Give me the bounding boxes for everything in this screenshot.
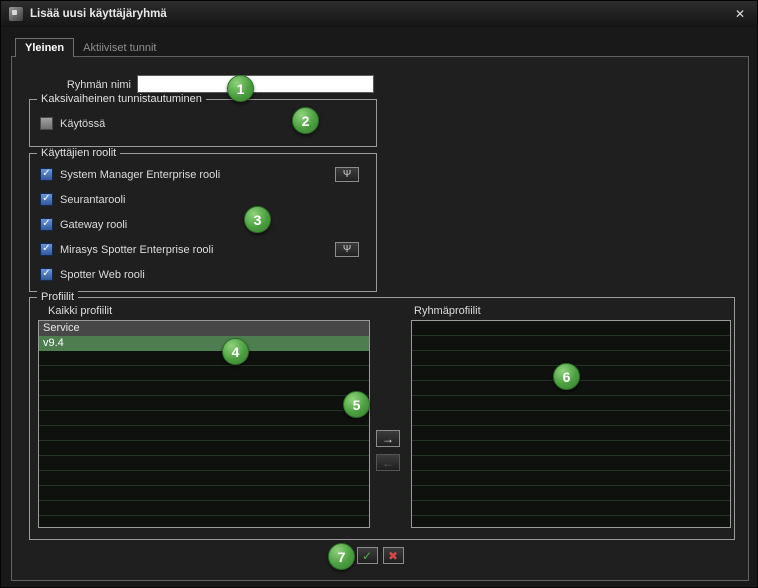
check-icon: ✓ [42, 244, 50, 254]
annotation-badge-4: 4 [222, 338, 249, 365]
check-icon: ✓ [42, 169, 50, 179]
all-profiles-list[interactable]: Service v9.4 [38, 320, 370, 528]
role-row-system-manager: ✓ System Manager Enterprise rooli Ψ [40, 162, 359, 187]
move-left-button[interactable]: ← [376, 454, 400, 471]
dialog-window: Lisää uusi käyttäjäryhmä ✕ Yleinen Aktii… [0, 0, 758, 588]
group-profiles-list[interactable] [411, 320, 731, 528]
two-factor-checkbox[interactable] [40, 117, 53, 130]
roles-groupbox: Käyttäjien roolit ✓ System Manager Enter… [29, 153, 377, 292]
all-profiles-label: Kaikki profiilit [48, 305, 112, 317]
role-key-button-spotter-enterprise[interactable]: Ψ [335, 242, 359, 257]
list-item-service[interactable]: Service [39, 321, 369, 336]
role-label: Gateway rooli [60, 219, 127, 231]
annotation-badge-7: 7 [328, 543, 355, 570]
role-checkbox-seuranta[interactable]: ✓ [40, 193, 53, 206]
check-icon: ✓ [42, 194, 50, 204]
role-key-button-system-manager[interactable]: Ψ [335, 167, 359, 182]
annotation-badge-3: 3 [244, 206, 271, 233]
check-icon: ✓ [42, 219, 50, 229]
annotation-badge-2: 2 [292, 107, 319, 134]
ok-button[interactable]: ✓ [357, 547, 378, 564]
two-factor-groupbox: Kaksivaiheinen tunnistautuminen Käytössä [29, 99, 377, 147]
tab-content-panel: Ryhmän nimi Kaksivaiheinen tunnistautumi… [11, 56, 749, 581]
annotation-badge-6: 6 [553, 363, 580, 390]
role-checkbox-gateway[interactable]: ✓ [40, 218, 53, 231]
role-label: Mirasys Spotter Enterprise rooli [60, 244, 213, 256]
list-item-v9-4[interactable]: v9.4 [39, 336, 369, 351]
app-icon [9, 7, 23, 21]
dialog-title: Lisää uusi käyttäjäryhmä [30, 8, 167, 20]
key-icon: Ψ [343, 244, 351, 255]
tab-bar: Yleinen Aktiiviset tunnit [15, 38, 166, 57]
annotation-badge-5: 5 [343, 391, 370, 418]
profiles-groupbox: Profiilit Kaikki profiilit Service v9.4 … [29, 297, 735, 540]
role-label: System Manager Enterprise rooli [60, 169, 220, 181]
role-checkbox-spotter-web[interactable]: ✓ [40, 268, 53, 281]
group-name-label: Ryhmän nimi [31, 79, 131, 91]
profiles-group-title: Profiilit [37, 291, 78, 303]
tab-aktiiviset-tunnit[interactable]: Aktiiviset tunnit [74, 38, 165, 57]
group-profiles-label: Ryhmäprofiilit [414, 305, 481, 317]
role-checkbox-system-manager[interactable]: ✓ [40, 168, 53, 181]
role-row-spotter-enterprise: ✓ Mirasys Spotter Enterprise rooli Ψ [40, 237, 359, 262]
roles-list: ✓ System Manager Enterprise rooli Ψ ✓ Se… [30, 154, 376, 291]
title-bar[interactable]: Lisää uusi käyttäjäryhmä ✕ [1, 1, 757, 27]
role-row-spotter-web: ✓ Spotter Web rooli [40, 262, 359, 287]
role-row-gateway: ✓ Gateway rooli [40, 212, 359, 237]
move-right-button[interactable]: → [376, 430, 400, 447]
dialog-footer: ✓ ✖ [12, 547, 748, 564]
role-row-seuranta: ✓ Seurantarooli [40, 187, 359, 212]
key-icon: Ψ [343, 169, 351, 180]
group-name-input[interactable] [137, 75, 374, 93]
close-icon[interactable]: ✕ [731, 6, 749, 22]
role-label: Spotter Web rooli [60, 269, 145, 281]
two-factor-checkbox-label: Käytössä [60, 118, 105, 130]
tab-yleinen[interactable]: Yleinen [15, 38, 74, 57]
annotation-badge-1: 1 [227, 75, 254, 102]
role-checkbox-spotter-enterprise[interactable]: ✓ [40, 243, 53, 256]
cancel-button[interactable]: ✖ [383, 547, 404, 564]
two-factor-group-title: Kaksivaiheinen tunnistautuminen [37, 93, 206, 105]
role-label: Seurantarooli [60, 194, 125, 206]
check-icon: ✓ [42, 269, 50, 279]
